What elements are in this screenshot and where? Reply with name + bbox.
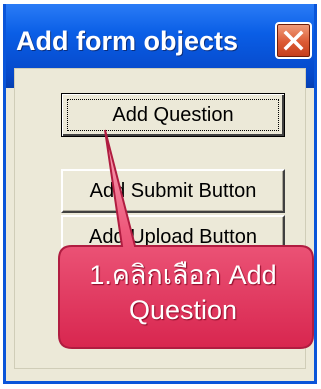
callout-text: 1.คลิกเลือก Add Question	[60, 258, 306, 328]
window-title: Add form objects	[16, 26, 239, 56]
focus-ring	[67, 99, 279, 131]
callout-line-1: 1.คลิกเลือก Add	[89, 260, 277, 290]
close-button[interactable]	[275, 22, 312, 59]
add-question-button[interactable]: Add Question	[61, 93, 285, 137]
add-submit-button[interactable]: Add Submit Button	[61, 169, 285, 213]
callout-line-2: Question	[128, 295, 238, 325]
add-upload-label: Add Upload Button	[89, 225, 257, 248]
add-submit-label: Add Submit Button	[89, 179, 257, 202]
close-icon	[283, 30, 304, 51]
add-upload-button[interactable]: Add Upload Button	[61, 215, 285, 259]
